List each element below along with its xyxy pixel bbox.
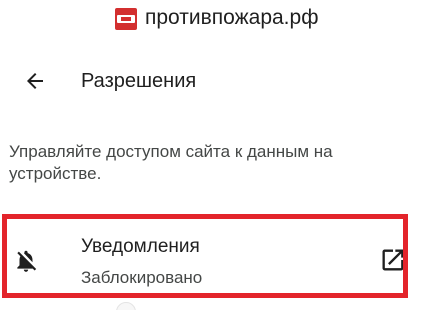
site-header: противпожара.рф: [0, 0, 436, 40]
toolbar: Разрешения: [0, 58, 436, 104]
back-button[interactable]: [16, 64, 54, 98]
highlight-annotation: [2, 214, 408, 298]
site-favicon: [115, 8, 137, 30]
touch-ripple: [116, 302, 136, 310]
permissions-description: Управляйте доступом сайта к данным на ус…: [9, 142, 333, 183]
site-name: противпожара.рф: [145, 6, 319, 29]
page-title: Разрешения: [81, 70, 197, 92]
arrow-back-icon: [27, 73, 43, 89]
